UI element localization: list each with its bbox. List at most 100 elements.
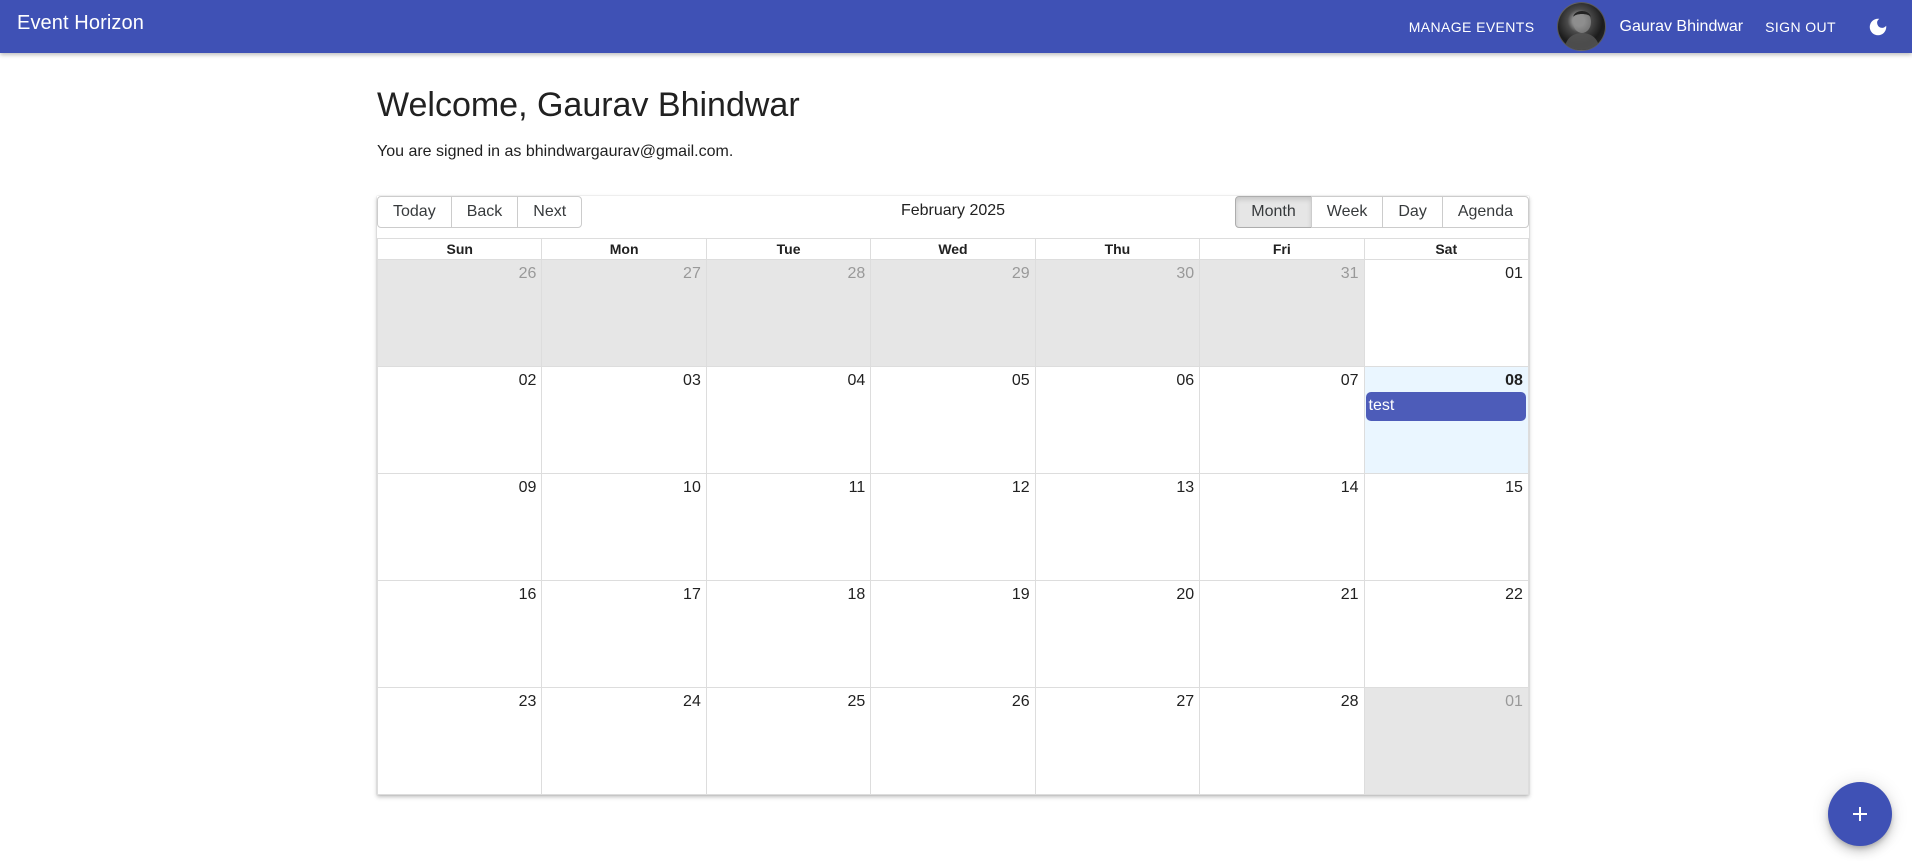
date-number[interactable]: 17	[683, 585, 701, 605]
day-cell[interactable]: 05	[870, 367, 1035, 473]
date-number[interactable]: 07	[1341, 371, 1359, 391]
day-cell[interactable]: 01	[1363, 260, 1528, 366]
page-title: Welcome, Gaurav Bhindwar	[377, 86, 800, 124]
day-cell-off-range[interactable]: 26	[378, 260, 542, 366]
date-number[interactable]: 08	[1505, 371, 1523, 391]
date-number[interactable]: 10	[683, 478, 701, 498]
day-cell[interactable]: 27	[1034, 688, 1200, 794]
day-cell[interactable]: 28	[1199, 688, 1364, 794]
date-number[interactable]: 09	[519, 478, 537, 498]
date-number[interactable]: 25	[847, 692, 865, 712]
day-cell[interactable]: 18	[705, 581, 871, 687]
day-cell[interactable]: 12	[870, 474, 1035, 580]
weekday-header-sun: Sun	[446, 241, 473, 257]
day-cell-off-range[interactable]: 31	[1199, 260, 1364, 366]
day-cell[interactable]: 14	[1199, 474, 1364, 580]
calendar-nav-group: Today Back Next	[377, 196, 583, 228]
date-number[interactable]: 16	[519, 585, 537, 605]
day-cell-off-range[interactable]: 30	[1034, 260, 1200, 366]
plus-icon	[1853, 807, 1867, 821]
day-cell[interactable]: 13	[1034, 474, 1200, 580]
day-cell[interactable]: 03	[541, 367, 706, 473]
day-cell-off-range[interactable]: 27	[541, 260, 706, 366]
day-cell-off-range[interactable]: 28	[705, 260, 871, 366]
date-number[interactable]: 22	[1505, 585, 1523, 605]
date-number[interactable]: 01	[1505, 264, 1523, 284]
date-number[interactable]: 21	[1341, 585, 1359, 605]
sign-out-button[interactable]: SIGN OUT	[1757, 13, 1844, 41]
date-number[interactable]: 18	[847, 585, 865, 605]
weekday-header-wed: Wed	[870, 239, 1034, 259]
date-number[interactable]: 03	[683, 371, 701, 391]
day-cell[interactable]: 06	[1034, 367, 1200, 473]
calendar-toolbar: Today Back Next February 2025 Month Week…	[377, 196, 1529, 228]
day-cell[interactable]: 10	[541, 474, 706, 580]
day-cell[interactable]: 09	[378, 474, 542, 580]
date-number[interactable]: 05	[1012, 371, 1030, 391]
day-cell[interactable]: 07	[1199, 367, 1364, 473]
day-cell[interactable]: 16	[378, 581, 542, 687]
calendar-view-group: Month Week Day Agenda	[1235, 196, 1529, 228]
date-number[interactable]: 28	[847, 264, 865, 284]
app-title[interactable]: Event Horizon	[17, 11, 144, 35]
day-cell[interactable]: 24	[541, 688, 706, 794]
date-number[interactable]: 20	[1176, 585, 1194, 605]
date-number[interactable]: 23	[519, 692, 537, 712]
back-button[interactable]: Back	[450, 196, 519, 228]
theme-toggle-button[interactable]	[1858, 7, 1898, 47]
day-cell[interactable]: 20	[1034, 581, 1200, 687]
day-cell-today[interactable]: 08 test	[1363, 367, 1528, 473]
date-number[interactable]: 31	[1341, 264, 1359, 284]
day-cell[interactable]: 26	[870, 688, 1035, 794]
week-row: 02 03 04 05 06 07 08 test	[378, 367, 1528, 474]
date-number[interactable]: 19	[1012, 585, 1030, 605]
day-view-button[interactable]: Day	[1382, 196, 1443, 228]
day-cell[interactable]: 11	[705, 474, 871, 580]
next-button[interactable]: Next	[517, 196, 583, 228]
month-grid: Sun Mon Tue Wed Thu Fri Sat 26 27 28 29 30 31 01 02 03…	[377, 238, 1529, 795]
date-number[interactable]: 26	[519, 264, 537, 284]
date-number[interactable]: 28	[1341, 692, 1359, 712]
calendar-event[interactable]: test	[1365, 392, 1526, 421]
date-number[interactable]: 14	[1341, 478, 1359, 498]
day-cell[interactable]: 15	[1363, 474, 1528, 580]
day-cell[interactable]: 22	[1363, 581, 1528, 687]
date-number[interactable]: 04	[847, 371, 865, 391]
agenda-view-button[interactable]: Agenda	[1441, 196, 1529, 228]
day-cell[interactable]: 17	[541, 581, 706, 687]
date-number[interactable]: 30	[1176, 264, 1194, 284]
signed-in-text: You are signed in as bhindwargaurav@gmai…	[377, 143, 734, 160]
date-number[interactable]: 15	[1505, 478, 1523, 498]
day-cell[interactable]: 02	[378, 367, 542, 473]
date-number[interactable]: 12	[1012, 478, 1030, 498]
week-row: 16 17 18 19 20 21 22	[378, 581, 1528, 688]
user-avatar[interactable]	[1556, 2, 1606, 51]
week-row: 09 10 11 12 13 14 15	[378, 474, 1528, 581]
nav-actions: MANAGE EVENTS Gaurav Bhindwar SIGN OUT	[1401, 0, 1912, 53]
day-cell[interactable]: 25	[705, 688, 871, 794]
today-button[interactable]: Today	[377, 196, 452, 228]
date-number[interactable]: 27	[683, 264, 701, 284]
day-cell[interactable]: 19	[870, 581, 1035, 687]
day-cell[interactable]: 21	[1199, 581, 1364, 687]
date-number[interactable]: 01	[1505, 692, 1523, 712]
manage-events-button[interactable]: MANAGE EVENTS	[1401, 13, 1543, 41]
day-cell-off-range[interactable]: 29	[870, 260, 1035, 366]
day-cell[interactable]: 04	[705, 367, 871, 473]
week-row: 23 24 25 26 27 28 01	[378, 688, 1528, 794]
month-view-button[interactable]: Month	[1235, 196, 1312, 228]
date-number[interactable]: 06	[1176, 371, 1194, 391]
date-number[interactable]: 11	[849, 478, 866, 498]
date-number[interactable]: 26	[1012, 692, 1030, 712]
day-cell[interactable]: 23	[378, 688, 542, 794]
date-number[interactable]: 02	[519, 371, 537, 391]
date-number[interactable]: 24	[683, 692, 701, 712]
date-number[interactable]: 29	[1012, 264, 1030, 284]
weekday-header-tue: Tue	[705, 239, 870, 259]
date-number[interactable]: 13	[1176, 478, 1194, 498]
week-row: 26 27 28 29 30 31 01	[378, 260, 1528, 367]
add-event-button[interactable]	[1828, 782, 1892, 846]
week-view-button[interactable]: Week	[1310, 196, 1384, 228]
date-number[interactable]: 27	[1176, 692, 1194, 712]
day-cell-off-range[interactable]: 01	[1363, 688, 1528, 794]
